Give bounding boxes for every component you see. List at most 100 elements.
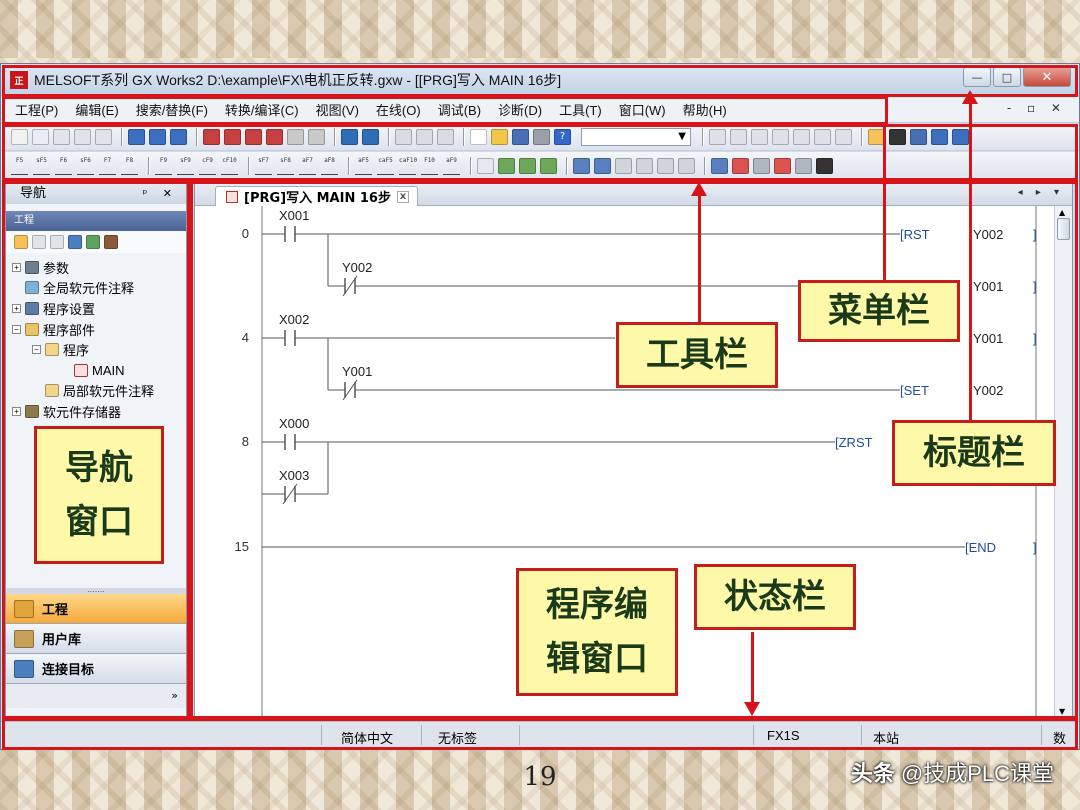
write-plc-icon[interactable] bbox=[203, 129, 220, 145]
tab-main-program[interactable]: [PRG]写入 MAIN 16步 x bbox=[215, 186, 418, 206]
editor-vertical-scrollbar[interactable]: ▲ ▼ bbox=[1054, 206, 1072, 718]
menu-online[interactable]: 在线(O) bbox=[376, 100, 421, 119]
menu-diagnostics[interactable]: 诊断(D) bbox=[498, 100, 542, 119]
sort-icon[interactable] bbox=[104, 235, 118, 249]
monitor-write-icon[interactable] bbox=[308, 129, 325, 145]
tree-item-global-comment[interactable]: 全局软元件注释 bbox=[12, 278, 186, 299]
nav-button-user-library[interactable]: 用户库 bbox=[6, 624, 186, 654]
horizontal-line-icon[interactable]: F9 bbox=[155, 157, 172, 175]
tab-close-icon[interactable]: x bbox=[396, 190, 409, 203]
ladder-view-icon[interactable] bbox=[711, 158, 728, 174]
new-data-icon[interactable] bbox=[14, 235, 28, 249]
find-device-icon[interactable] bbox=[678, 158, 695, 174]
sfc-branch-icon[interactable] bbox=[814, 129, 831, 145]
sfc-join-icon[interactable] bbox=[835, 129, 852, 145]
save-icon[interactable] bbox=[512, 129, 529, 145]
close-button[interactable]: ✕ bbox=[1023, 67, 1071, 87]
open-project-icon[interactable] bbox=[491, 129, 508, 145]
paste-icon[interactable] bbox=[53, 129, 70, 145]
module-view-icon[interactable] bbox=[889, 129, 906, 145]
closed-branch-icon[interactable]: sF6 bbox=[77, 157, 94, 175]
find-contact-icon[interactable] bbox=[774, 158, 791, 174]
menu-tool[interactable]: 工具(T) bbox=[559, 100, 602, 119]
tab-scroll-arrows[interactable]: ◂ ▸ ▾ bbox=[1018, 187, 1064, 198]
write-mode-icon[interactable] bbox=[594, 158, 611, 174]
buffer-memory-icon[interactable] bbox=[416, 129, 433, 145]
simulation-stop-icon[interactable] bbox=[362, 129, 379, 145]
sfc-jump-icon[interactable] bbox=[772, 129, 789, 145]
minimize-button[interactable]: — bbox=[963, 67, 991, 87]
operation-result-rising-icon[interactable]: aF5 bbox=[355, 157, 372, 175]
convert-icon[interactable] bbox=[498, 158, 515, 174]
rising-pulse-branch-icon[interactable]: aF7 bbox=[299, 157, 316, 175]
read-plc-icon[interactable] bbox=[224, 129, 241, 145]
redo-icon[interactable] bbox=[95, 129, 112, 145]
tree-item-local-comment[interactable]: 局部软元件注释 bbox=[12, 381, 186, 402]
tree-expander[interactable]: − bbox=[12, 324, 21, 334]
dev-comment-icon[interactable] bbox=[952, 129, 969, 145]
menu-window[interactable]: 窗口(W) bbox=[619, 100, 666, 119]
vertical-line-icon[interactable]: sF9 bbox=[177, 157, 194, 175]
tree-item-program-parts[interactable]: − 程序部件 bbox=[12, 319, 186, 340]
delete-vertical-icon[interactable]: cF10 bbox=[221, 157, 238, 175]
sfc-end-icon[interactable] bbox=[793, 129, 810, 145]
menu-edit[interactable]: 编辑(E) bbox=[75, 100, 118, 119]
undo-icon[interactable] bbox=[74, 129, 91, 145]
menu-debug[interactable]: 调试(B) bbox=[438, 100, 481, 119]
draw-line-icon[interactable]: F10 bbox=[421, 157, 438, 175]
monitor-mode-icon[interactable] bbox=[615, 158, 632, 174]
monitor-stop-icon[interactable] bbox=[287, 129, 304, 145]
dev-icon[interactable] bbox=[931, 129, 948, 145]
delete-horizontal-icon[interactable]: cF9 bbox=[199, 157, 216, 175]
menu-project[interactable]: 工程(P) bbox=[15, 100, 58, 119]
print-icon[interactable] bbox=[533, 129, 550, 145]
refresh-icon[interactable] bbox=[86, 235, 100, 249]
monitor-write-mode-icon[interactable] bbox=[636, 158, 653, 174]
tree-item-parameter[interactable]: + 参数 bbox=[12, 257, 186, 278]
invert-result-icon[interactable]: caF10 bbox=[399, 157, 417, 175]
tree-expander[interactable]: + bbox=[12, 262, 21, 272]
maximize-button[interactable]: □ bbox=[993, 67, 1021, 87]
menu-help[interactable]: 帮助(H) bbox=[683, 100, 727, 119]
tree-item-program[interactable]: − 程序 bbox=[12, 339, 186, 360]
device-statement-icon[interactable] bbox=[170, 129, 187, 145]
tree-item-device-memory[interactable]: + 软元件存储器 bbox=[12, 401, 186, 422]
read-mode-icon[interactable] bbox=[573, 158, 590, 174]
open-branch-icon[interactable]: sF5 bbox=[33, 157, 50, 175]
navigation-pin-close[interactable]: ᵖ ✕ bbox=[143, 184, 178, 204]
nav-button-connection-destination[interactable]: 连接目标 bbox=[6, 654, 186, 684]
device-batch-icon[interactable] bbox=[795, 158, 812, 174]
convert-online-icon[interactable] bbox=[540, 158, 557, 174]
nav-button-project[interactable]: 工程 bbox=[6, 594, 186, 624]
falling-pulse-branch-icon[interactable]: aF8 bbox=[321, 157, 338, 175]
copy-data-icon[interactable] bbox=[32, 235, 46, 249]
help-icon[interactable]: ? bbox=[554, 129, 571, 145]
sfc-icon[interactable] bbox=[709, 129, 726, 145]
copy-icon[interactable] bbox=[32, 129, 49, 145]
menu-convert-compile[interactable]: 转换/编译(C) bbox=[225, 100, 299, 119]
tree-expander[interactable]: + bbox=[12, 303, 21, 313]
closed-contact-icon[interactable]: F6 bbox=[55, 157, 72, 175]
coil-icon[interactable]: F7 bbox=[99, 157, 116, 175]
tree-expander[interactable]: + bbox=[12, 406, 21, 416]
scroll-up-icon[interactable]: ▲ bbox=[1059, 208, 1065, 217]
tree-expander[interactable]: − bbox=[32, 345, 41, 355]
device-comment-icon[interactable] bbox=[149, 129, 166, 145]
window-view-icon[interactable] bbox=[910, 129, 927, 145]
sfc-step-icon[interactable] bbox=[730, 129, 747, 145]
timer-icon[interactable] bbox=[816, 158, 833, 174]
tree-item-main[interactable]: MAIN bbox=[12, 360, 186, 381]
comment-edit-icon[interactable] bbox=[477, 158, 494, 174]
verify-plc-icon[interactable] bbox=[245, 129, 262, 145]
device-list-icon[interactable] bbox=[753, 158, 770, 174]
menu-find-replace[interactable]: 搜索/替换(F) bbox=[136, 100, 208, 119]
device-test-icon[interactable] bbox=[395, 129, 412, 145]
edit-device-icon[interactable] bbox=[437, 129, 454, 145]
cut-icon[interactable] bbox=[11, 129, 28, 145]
toolbar-dropdown[interactable]: ▼ bbox=[581, 128, 691, 146]
property-icon[interactable] bbox=[68, 235, 82, 249]
device-icon[interactable] bbox=[128, 129, 145, 145]
new-project-icon[interactable] bbox=[470, 129, 487, 145]
navigation-more-button[interactable]: » bbox=[6, 684, 186, 708]
scroll-thumb[interactable] bbox=[1057, 218, 1070, 240]
